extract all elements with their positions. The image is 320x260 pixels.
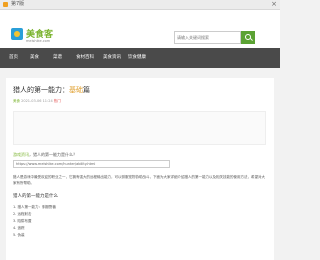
list-item: 1. 猎人第一能力：驯服野兽 [13,205,56,209]
article-subheading: 猎人的第一能力是什么 [13,194,58,199]
nav-item-ingredients[interactable]: 食材百科 [76,54,94,62]
close-icon[interactable]: × [271,0,277,9]
search-button[interactable] [241,31,255,44]
article-panel: 猎人的第一能力：基础篇 美食 2021-03-06 11:24 热门 游戏资讯，… [6,78,274,260]
site-favicon-icon [3,2,8,7]
site-logo-subtitle: meishike.com [26,39,51,43]
category-tag[interactable]: 美食 [13,99,20,103]
logo-icon[interactable] [11,28,23,40]
list-item: 3. 陷阱布置 [13,219,32,223]
article-body-text: 猎人是游戏中最受欢迎的职业之一，它拥有强大的远程输出能力，可以驯服宠物协助战斗，… [13,175,265,185]
list-item: 4. 追踪 [13,226,25,230]
article-url-field[interactable]: https://www.meishike.com/hunter/ability.… [13,160,170,168]
nav-item-home[interactable]: 首页 [9,54,18,62]
ad-banner[interactable] [13,111,266,145]
article-title: 猎人的第一能力：基础篇 [13,86,90,94]
window-title: 第7版 [11,1,25,7]
list-item: 2. 远程射击 [13,212,32,216]
site-header: 美食客 meishike.com [0,10,280,48]
window-titlebar: 第7版 × [0,0,280,10]
ability-list: 1. 猎人第一能力：驯服野兽 2. 远程射击 3. 陷阱布置 4. 追踪 5. … [13,204,56,239]
section-intro: 游戏资讯，猎人的第一能力是什么？ [13,152,77,157]
publish-date: 2021-03-06 11:24 [21,99,53,103]
list-item: 5. 伪装 [13,233,25,237]
search-input[interactable] [174,31,241,44]
nav-item-news[interactable]: 美食资讯 [103,54,121,62]
article-meta: 美食 2021-03-06 11:24 热门 [13,99,61,104]
hot-badge: 热门 [53,99,61,103]
main-nav: 首页 美食 菜谱 食材百科 美食资讯 饮食健康 [0,48,280,68]
nav-item-health[interactable]: 饮食健康 [128,54,146,62]
nav-item-food[interactable]: 美食 [30,54,39,62]
nav-item-recipes[interactable]: 菜谱 [53,54,62,62]
